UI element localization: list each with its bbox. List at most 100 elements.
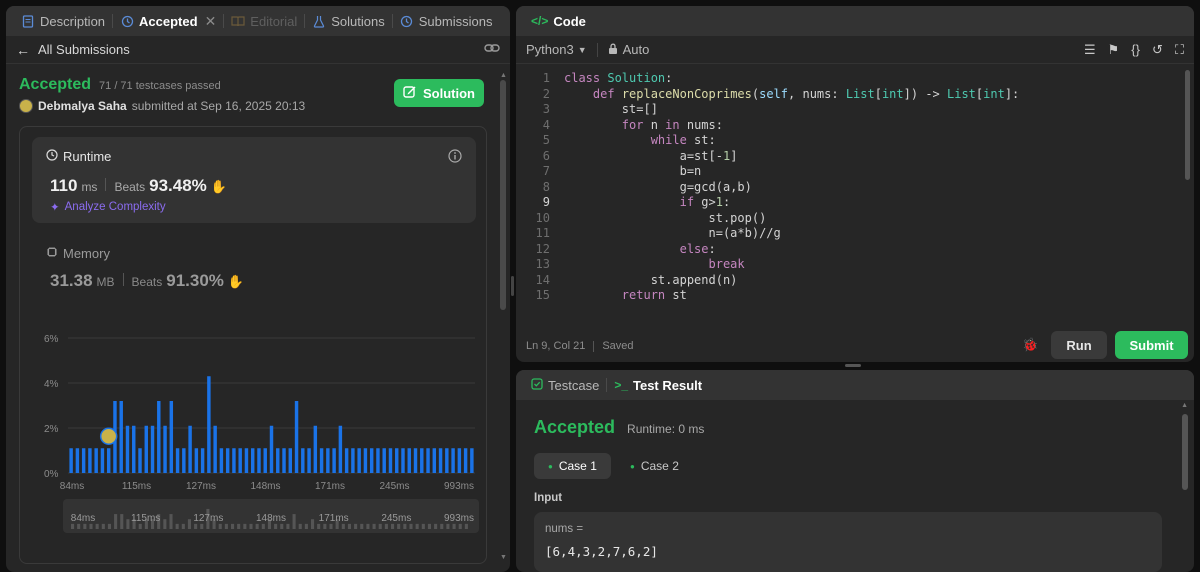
distribution-bar[interactable]: [219, 448, 224, 473]
format-icon[interactable]: ☰: [1084, 42, 1096, 58]
distribution-bar[interactable]: [163, 425, 167, 473]
distribution-bar[interactable]: [369, 448, 374, 473]
distribution-bar[interactable]: [382, 448, 386, 473]
tab-testcase[interactable]: Testcase: [524, 370, 606, 400]
tab-solutions[interactable]: Solutions: [305, 6, 391, 36]
scroll-up-icon[interactable]: ▲: [1181, 402, 1188, 409]
distribution-bar[interactable]: [225, 448, 230, 473]
tab-code[interactable]: </> Code: [524, 6, 593, 36]
distribution-bar[interactable]: [257, 448, 261, 473]
distribution-bar[interactable]: [119, 401, 123, 473]
auto-label[interactable]: Auto: [623, 42, 650, 57]
horizontal-splitter[interactable]: [845, 364, 861, 367]
distribution-bar[interactable]: [276, 448, 280, 473]
distribution-bar[interactable]: [432, 448, 437, 473]
distribution-bar[interactable]: [269, 425, 274, 473]
distribution-bar[interactable]: [157, 401, 161, 473]
distribution-bar[interactable]: [194, 448, 199, 473]
distribution-bar[interactable]: [344, 448, 349, 473]
tab-editorial[interactable]: Editorial: [224, 6, 304, 36]
author-name[interactable]: Debmalya Saha: [38, 99, 127, 113]
runtime-card[interactable]: Runtime 110 ms Beats 93.48% ✋ ✦ Analyze …: [32, 137, 476, 223]
bookmark-icon[interactable]: ⚑: [1108, 42, 1120, 58]
distribution-bar[interactable]: [376, 448, 380, 473]
distribution-bar[interactable]: [250, 448, 255, 473]
distribution-bar[interactable]: [188, 425, 192, 473]
all-submissions-link[interactable]: All Submissions: [38, 42, 130, 57]
distribution-bar[interactable]: [213, 425, 217, 473]
distribution-bar[interactable]: [319, 448, 324, 473]
input-box[interactable]: nums = [6,4,3,2,7,6,2]: [534, 512, 1162, 572]
tab-submissions[interactable]: Submissions: [393, 6, 500, 36]
solution-button[interactable]: Solution: [394, 79, 484, 107]
distribution-bar[interactable]: [175, 448, 180, 473]
distribution-bar[interactable]: [294, 401, 299, 473]
distribution-bar[interactable]: [182, 448, 186, 473]
distribution-bar[interactable]: [75, 448, 80, 473]
reset-icon[interactable]: ↺: [1152, 42, 1163, 58]
distribution-bar[interactable]: [288, 448, 293, 473]
link-icon[interactable]: [484, 41, 500, 58]
distribution-bar[interactable]: [69, 448, 73, 473]
distribution-bar[interactable]: [332, 448, 336, 473]
distribution-bar[interactable]: [438, 448, 443, 473]
chart-range-selector[interactable]: 84ms 115ms 127ms 148ms 171ms 245ms 993ms: [63, 499, 479, 533]
avatar[interactable]: [19, 99, 33, 113]
distribution-bar[interactable]: [88, 448, 92, 473]
distribution-bar[interactable]: [301, 448, 305, 473]
distribution-bar[interactable]: [307, 448, 311, 473]
distribution-bar[interactable]: [125, 425, 130, 473]
your-submission-marker[interactable]: [99, 427, 118, 445]
tab-description[interactable]: Description: [14, 6, 112, 36]
distribution-bar[interactable]: [144, 425, 148, 473]
scroll-up-icon[interactable]: ▲: [500, 72, 507, 79]
distribution-bar[interactable]: [363, 448, 368, 473]
braces-icon[interactable]: {}: [1131, 42, 1140, 58]
tab-accepted[interactable]: Accepted ✕: [113, 6, 223, 36]
distribution-bar[interactable]: [169, 401, 174, 473]
distribution-bar[interactable]: [407, 448, 411, 473]
distribution-bar[interactable]: [395, 448, 399, 473]
distribution-bar[interactable]: [138, 448, 142, 473]
distribution-bar[interactable]: [351, 448, 355, 473]
distribution-bar[interactable]: [451, 448, 455, 473]
distribution-bar[interactable]: [420, 448, 424, 473]
distribution-bar[interactable]: [207, 376, 211, 473]
fullscreen-icon[interactable]: ⛶: [1175, 42, 1184, 58]
runtime-distribution-chart[interactable]: 6% 4% 2% 0%84ms 115ms 127ms 148ms 171ms 245ms 993…: [20, 323, 488, 493]
distribution-bar[interactable]: [132, 425, 136, 473]
distribution-bar[interactable]: [313, 425, 318, 473]
result-scrollbar[interactable]: [1182, 414, 1188, 490]
distribution-bar[interactable]: [457, 448, 462, 473]
debug-icon[interactable]: 🐞: [1022, 337, 1038, 353]
scrollbar[interactable]: [500, 80, 506, 310]
distribution-bar[interactable]: [244, 448, 249, 473]
run-button[interactable]: Run: [1051, 331, 1107, 359]
case-1-tab[interactable]: ● Case 1: [534, 453, 611, 479]
case-2-tab[interactable]: ● Case 2: [624, 453, 685, 479]
distribution-bar[interactable]: [388, 448, 393, 473]
distribution-bar[interactable]: [106, 448, 111, 473]
info-icon[interactable]: [448, 149, 462, 166]
distribution-bar[interactable]: [445, 448, 449, 473]
distribution-bar[interactable]: [238, 448, 242, 473]
distribution-bar[interactable]: [232, 448, 236, 473]
scroll-down-icon[interactable]: ▼: [500, 554, 507, 561]
tab-test-result[interactable]: >_ Test Result: [607, 370, 709, 400]
analyze-complexity-link[interactable]: ✦ Analyze Complexity: [50, 200, 166, 214]
memory-header[interactable]: Memory: [46, 246, 110, 261]
distribution-bar[interactable]: [100, 448, 105, 473]
distribution-bar[interactable]: [357, 448, 361, 473]
close-tab-icon[interactable]: ✕: [205, 13, 217, 30]
distribution-bar[interactable]: [463, 448, 468, 473]
distribution-bar[interactable]: [150, 425, 155, 473]
vertical-splitter[interactable]: [511, 276, 514, 296]
language-select[interactable]: Python3 ▼: [526, 42, 587, 57]
distribution-bar[interactable]: [263, 448, 267, 473]
editor-scrollbar[interactable]: [1185, 70, 1190, 180]
distribution-bar[interactable]: [338, 425, 343, 473]
distribution-bar[interactable]: [81, 448, 86, 473]
submit-button[interactable]: Submit: [1115, 331, 1188, 359]
distribution-bar[interactable]: [326, 448, 330, 473]
distribution-bar[interactable]: [94, 448, 98, 473]
